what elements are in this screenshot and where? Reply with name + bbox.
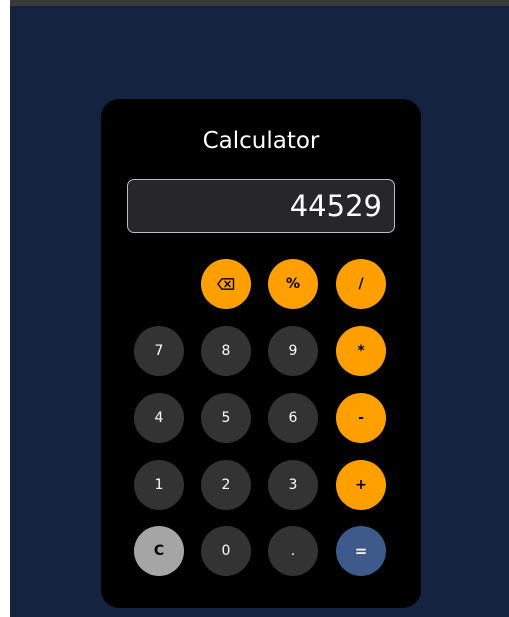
clear-button[interactable]: C	[134, 526, 184, 576]
backspace-button[interactable]	[201, 259, 251, 309]
digit-5-button[interactable]: 5	[201, 393, 251, 443]
calculator-panel: Calculator % / 7 8 9 * 4 5 6 - 1 2 3 + C…	[101, 99, 421, 608]
digit-6-button[interactable]: 6	[268, 393, 318, 443]
digit-0-button[interactable]: 0	[201, 526, 251, 576]
digit-1-button[interactable]: 1	[134, 460, 184, 510]
backspace-icon	[217, 278, 235, 290]
divide-button[interactable]: /	[336, 259, 386, 309]
decimal-button[interactable]: .	[268, 526, 318, 576]
add-button[interactable]: +	[336, 460, 386, 510]
calculator-title: Calculator	[202, 128, 320, 154]
digit-9-button[interactable]: 9	[268, 326, 318, 376]
equals-button[interactable]: =	[336, 526, 386, 576]
percent-button[interactable]: %	[268, 259, 318, 309]
display-field[interactable]	[127, 179, 395, 233]
subtract-button[interactable]: -	[336, 393, 386, 443]
digit-2-button[interactable]: 2	[201, 460, 251, 510]
digit-8-button[interactable]: 8	[201, 326, 251, 376]
digit-3-button[interactable]: 3	[268, 460, 318, 510]
digit-7-button[interactable]: 7	[134, 326, 184, 376]
digit-4-button[interactable]: 4	[134, 393, 184, 443]
multiply-button[interactable]: *	[336, 326, 386, 376]
